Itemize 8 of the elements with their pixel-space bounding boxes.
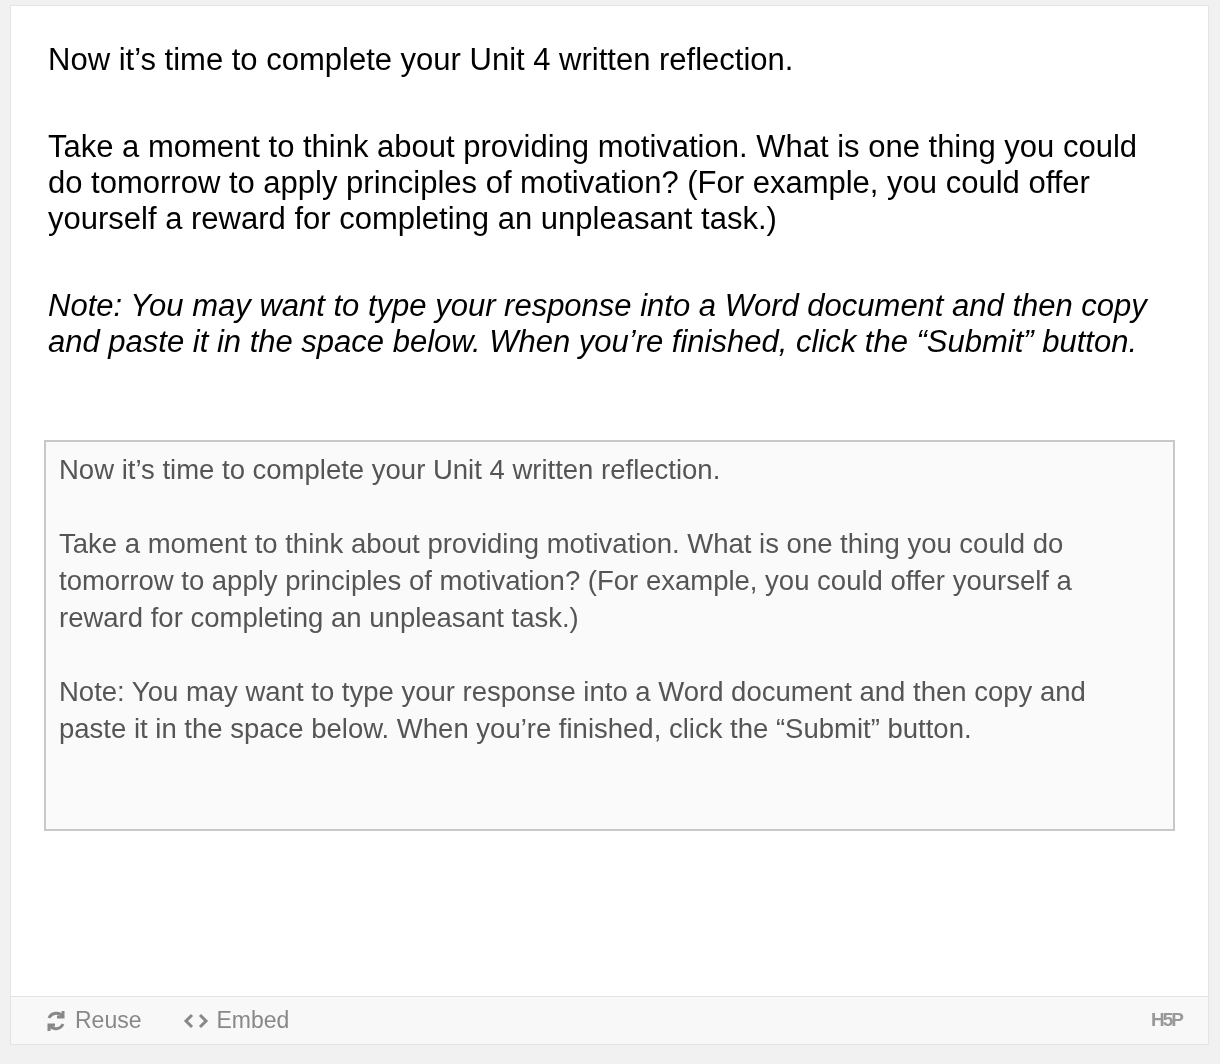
reuse-button[interactable]: Reuse: [44, 1003, 142, 1038]
note-text: Note: You may want to type your response into a Word document and then copy and paste it in the space below. When you’re finished, click the “Submit” button.: [48, 288, 1149, 360]
instruction-text: Take a moment to think about providing motivation. What is one thing you could do tomorrow to apply principles of motivation? (For example, you could offer yourself a reward for completing an unpleasant task.): [48, 129, 1139, 237]
instruction-text: Now it’s time to complete your Unit 4 written reflection.: [48, 42, 795, 78]
code-icon: [183, 1011, 210, 1030]
answer-field[interactable]: Now it’s time to complete your Unit 4 written reflection. Take a moment to think about providing motivation. What is one thing you could do tomorrow to apply principles of motivation? (For example, you could offer yourself a reward for completing an unpleasant task.) Note: You may want to type your response into a Word document and then copy and paste it in the space below. When you’re finished, click the “Submit” button.: [44, 440, 1175, 831]
embed-button[interactable]: Embed: [183, 1003, 290, 1038]
logo: H5P: [1151, 1008, 1182, 1033]
